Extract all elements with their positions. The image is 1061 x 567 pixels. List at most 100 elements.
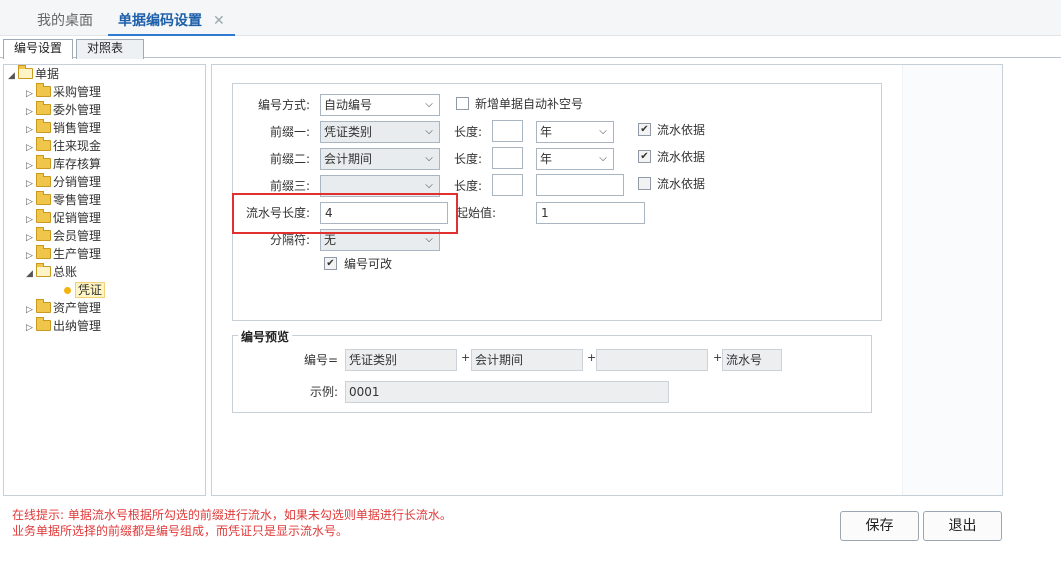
tree-node-item[interactable]: ▷ 采购管理 — [26, 83, 101, 101]
preview-part-2: 会计期间 — [471, 349, 583, 371]
tree-node-item[interactable]: ▷ 零售管理 — [26, 191, 101, 209]
serial-basis1-label: 流水依据 — [657, 123, 706, 137]
preview-part-4: 流水号 — [722, 349, 782, 371]
prefix2-value: 会计期间 — [324, 152, 373, 166]
tree-node-label: 生产管理 — [53, 247, 102, 261]
tree-node-label: 委外管理 — [53, 103, 102, 117]
serial-basis3-checkbox[interactable] — [638, 177, 651, 190]
leaf-dot-icon — [64, 287, 71, 294]
save-button[interactable]: 保存 — [840, 511, 919, 541]
folder-icon — [36, 299, 51, 313]
length3-unit-input[interactable] — [536, 174, 624, 196]
prefix2-label: 前缀二: — [269, 152, 310, 166]
tab-document-code-settings[interactable]: 单据编码设置 ✕ — [108, 10, 235, 36]
document-tree: ◢ 单据 ▷ 采购管理 ▷ 委外管理 ▷ 销售管理 ▷ 往来现金 ▷ 库存核算 ▷ 分销管理 ▷ 零售管理 ▷… — [3, 64, 206, 496]
preview-part-3 — [596, 349, 708, 371]
tree-node-item[interactable]: ▷ 出纳管理 — [26, 317, 101, 335]
serial-basis3-label: 流水依据 — [657, 177, 706, 191]
hint-line-1: 在线提示: 单据流水号根据所勾选的前缀进行流水，如果未勾选则单据进行长流水。 — [12, 508, 452, 522]
tree-node-item[interactable]: ▷ 库存核算 — [26, 155, 101, 173]
exit-button[interactable]: 退出 — [923, 511, 1002, 541]
tab-code-settings[interactable]: 编号设置 — [3, 39, 73, 59]
length1-unit-select[interactable]: 年 ⌵ — [536, 121, 614, 143]
tree-node-item[interactable]: ▷ 委外管理 — [26, 101, 101, 119]
plus-sign: + — [713, 351, 723, 364]
folder-icon — [36, 101, 51, 115]
tree-node-label: 单据 — [35, 67, 60, 81]
prefix1-value: 凭证类别 — [324, 125, 373, 139]
tree-node-item[interactable]: ▷ 销售管理 — [26, 119, 101, 137]
folder-icon — [36, 173, 51, 187]
separator-value: 无 — [324, 233, 337, 247]
preview-example-value: 0001 — [345, 381, 669, 403]
tree-node-item[interactable]: ▷ 会员管理 — [26, 227, 101, 245]
tree-node-label: 采购管理 — [53, 85, 102, 99]
length1-unit-value: 年 — [540, 125, 553, 139]
tree-node-label: 零售管理 — [53, 193, 102, 207]
folder-open-icon — [36, 263, 51, 277]
close-icon[interactable]: ✕ — [213, 10, 225, 32]
folder-icon — [36, 83, 51, 97]
tree-node-label: 往来现金 — [53, 139, 102, 153]
tree-node-item[interactable]: ▷ 往来现金 — [26, 137, 101, 155]
tree-node-item[interactable]: ▷ 促销管理 — [26, 209, 101, 227]
method-label: 编号方式: — [257, 98, 310, 112]
chevron-down-icon: ⌵ — [599, 153, 607, 164]
tree-node-ledger[interactable]: ◢ 总账 — [26, 263, 77, 281]
chevron-down-icon: ⌵ — [425, 153, 433, 164]
preview-legend: 编号预览 — [238, 328, 293, 345]
tree-node-voucher[interactable]: 凭证 — [64, 281, 106, 299]
length3-input[interactable] — [492, 174, 523, 196]
length2-input[interactable] — [492, 147, 523, 169]
folder-icon — [36, 245, 51, 259]
folder-icon — [36, 137, 51, 151]
tree-node-label: 库存核算 — [53, 157, 102, 171]
top-tab-bar: 我的桌面 单据编码设置 ✕ — [0, 0, 1061, 36]
auto-fill-checkbox[interactable] — [456, 97, 469, 110]
plus-sign: + — [461, 351, 471, 364]
folder-icon — [36, 227, 51, 241]
editable-checkbox[interactable]: ✔ — [324, 257, 337, 270]
folder-icon — [36, 155, 51, 169]
chevron-down-icon: ⌵ — [425, 126, 433, 137]
folder-icon — [36, 119, 51, 133]
chevron-down-icon: ⌵ — [599, 126, 607, 137]
collapse-icon[interactable]: ◢ — [8, 67, 18, 85]
method-value: 自动编号 — [324, 98, 373, 112]
method-select[interactable]: 自动编号 ⌵ — [320, 94, 440, 116]
hint-line-2: 业务单据所选择的前缀都是编号组成，而凭证只是显示流水号。 — [12, 524, 349, 538]
tree-node-label: 凭证 — [75, 282, 106, 298]
editable-label: 编号可改 — [344, 257, 393, 271]
sub-tab-bar: 编号设置 对照表 — [0, 36, 1061, 59]
length2-label: 长度: — [453, 152, 482, 166]
expand-icon[interactable]: ▷ — [26, 319, 36, 337]
tree-node-item[interactable]: ▷ 资产管理 — [26, 299, 101, 317]
tab-my-desktop[interactable]: 我的桌面 — [37, 10, 93, 34]
serial-basis1-checkbox[interactable]: ✔ — [638, 123, 651, 136]
tab-mapping-table[interactable]: 对照表 — [76, 39, 144, 59]
prefix1-select[interactable]: 凭证类别 ⌵ — [320, 121, 440, 143]
tree-node-label: 总账 — [53, 265, 78, 279]
tree-node-label: 资产管理 — [53, 301, 102, 315]
tree-node-label: 分销管理 — [53, 175, 102, 189]
folder-icon — [36, 191, 51, 205]
prefix1-label: 前缀一: — [269, 125, 310, 139]
length1-label: 长度: — [453, 125, 482, 139]
preview-code-label: 编号= — [303, 353, 338, 367]
tree-node-item[interactable]: ▷ 分销管理 — [26, 173, 101, 191]
tree-node-label: 出纳管理 — [53, 319, 102, 333]
length1-input[interactable] — [492, 120, 523, 142]
start-value-input[interactable]: 1 — [536, 202, 645, 224]
preview-part-1: 凭证类别 — [345, 349, 457, 371]
highlight-box — [232, 193, 458, 234]
length2-unit-value: 年 — [540, 152, 553, 166]
prefix2-select[interactable]: 会计期间 ⌵ — [320, 148, 440, 170]
chevron-down-icon: ⌵ — [425, 99, 433, 110]
plus-sign: + — [587, 351, 597, 364]
tree-node-root[interactable]: ◢ 单据 — [8, 65, 59, 83]
length2-unit-select[interactable]: 年 ⌵ — [536, 148, 614, 170]
serial-basis2-label: 流水依据 — [657, 150, 706, 164]
collapse-icon[interactable]: ◢ — [26, 265, 36, 283]
tree-node-item[interactable]: ▷ 生产管理 — [26, 245, 101, 263]
serial-basis2-checkbox[interactable]: ✔ — [638, 150, 651, 163]
